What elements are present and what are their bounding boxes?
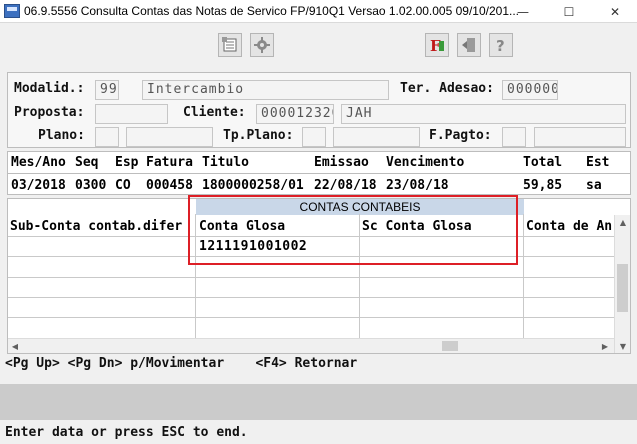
scroll-up-icon[interactable]: ▲: [615, 215, 631, 229]
help-icon[interactable]: ?: [489, 33, 513, 57]
modalid-label: Modalid.:: [14, 81, 85, 96]
pdf-icon[interactable]: F: [425, 33, 449, 57]
grid-divider: [523, 214, 524, 338]
col-mes-ano: Mes/Ano: [11, 155, 66, 170]
proposta-label: Proposta:: [14, 105, 85, 120]
col-conta-de-an: Conta de An: [526, 219, 613, 234]
cliente-name-field[interactable]: JAH: [341, 104, 626, 124]
val-esp: CO: [115, 178, 131, 193]
ter-adesao-field[interactable]: 000000: [502, 80, 558, 100]
plano-code-field[interactable]: [95, 127, 119, 147]
navigation-hint: <Pg Up> <Pg Dn> p/Movimentar <F4> Retorn…: [5, 356, 358, 371]
proposta-field[interactable]: [95, 104, 168, 124]
maximize-button[interactable]: ☐: [546, 0, 592, 23]
minimize-button[interactable]: —: [500, 0, 546, 23]
list-icon[interactable]: [218, 33, 242, 57]
grid-row-line: [8, 277, 614, 278]
tp-plano-label: Tp.Plano:: [223, 128, 294, 143]
record-panel: Mes/Ano Seq Esp Fatura Titulo Emissao Ve…: [7, 151, 631, 195]
f-pagto-name-field[interactable]: [534, 127, 626, 147]
val-titulo: 1800000258/01: [202, 178, 304, 193]
col-sub-conta: Sub-Conta contab.difer: [10, 219, 183, 234]
scroll-down-icon[interactable]: ▼: [615, 339, 631, 353]
val-total: 59,85: [523, 178, 563, 193]
tp-plano-code-field[interactable]: [302, 127, 326, 147]
vertical-scroll-thumb[interactable]: [617, 264, 628, 312]
val-fatura: 000458: [146, 178, 193, 193]
vertical-scrollbar[interactable]: ▲ ▼: [614, 215, 630, 353]
horizontal-scroll-thumb[interactable]: [442, 341, 458, 351]
col-est: Est: [586, 155, 610, 170]
plano-name-field[interactable]: [126, 127, 213, 147]
message-area: [0, 384, 637, 420]
col-seq: Seq: [75, 155, 99, 170]
tp-plano-name-field[interactable]: [333, 127, 420, 147]
plano-label: Plano:: [38, 128, 85, 143]
record-separator: [8, 173, 630, 174]
scroll-left-icon[interactable]: ◀: [8, 339, 22, 353]
svg-text:?: ?: [496, 37, 505, 54]
status-bar: Enter data or press ESC to end.: [5, 425, 248, 440]
modalid-name-field[interactable]: Intercambio: [142, 80, 389, 100]
modalid-code-field[interactable]: 99: [95, 80, 119, 100]
val-emissao: 22/08/18: [314, 178, 377, 193]
val-est: sa: [586, 178, 602, 193]
exit-icon[interactable]: [457, 33, 481, 57]
window-title: 06.9.5556 Consulta Contas das Notas de S…: [24, 4, 519, 18]
col-total: Total: [523, 155, 563, 170]
col-titulo: Titulo: [202, 155, 249, 170]
val-seq: 0300: [75, 178, 107, 193]
ter-adesao-label: Ter. Adesao:: [400, 81, 494, 96]
col-emissao: Emissao: [314, 155, 369, 170]
val-mes-ano: 03/2018: [11, 178, 66, 193]
f-pagto-label: F.Pagto:: [429, 128, 492, 143]
col-vencimento: Vencimento: [386, 155, 465, 170]
close-button[interactable]: ✕: [592, 0, 637, 23]
f-pagto-code-field[interactable]: [502, 127, 526, 147]
grid-row-line: [8, 297, 614, 298]
horizontal-scrollbar[interactable]: ◀ ▶: [8, 338, 614, 353]
val-vencimento: 23/08/18: [386, 178, 449, 193]
col-fatura: Fatura: [146, 155, 193, 170]
title-bar: 06.9.5556 Consulta Contas das Notas de S…: [0, 0, 637, 23]
scroll-right-icon[interactable]: ▶: [598, 339, 612, 353]
col-esp: Esp: [115, 155, 139, 170]
header-form: Modalid.: 99 Intercambio Ter. Adesao: 00…: [7, 72, 631, 148]
settings-icon[interactable]: [250, 33, 274, 57]
highlight-box: [188, 195, 518, 265]
cliente-code-field[interactable]: 000012320: [256, 104, 334, 124]
app-icon: [4, 4, 20, 18]
grid-row-line: [8, 317, 614, 318]
cliente-label: Cliente:: [183, 105, 246, 120]
